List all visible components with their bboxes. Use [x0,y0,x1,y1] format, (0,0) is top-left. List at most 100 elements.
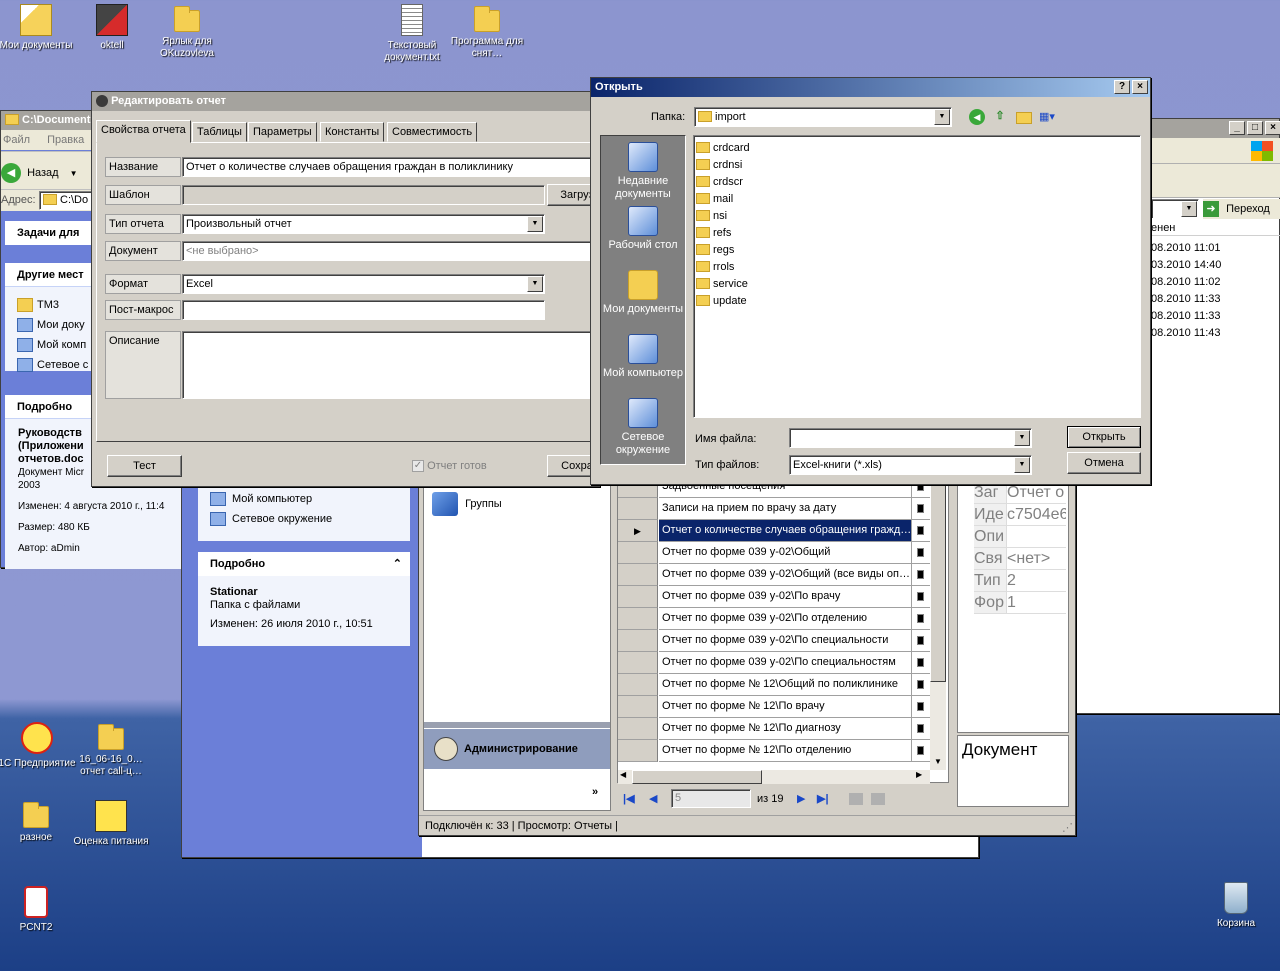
folder-item[interactable]: crdnsi [696,157,1140,174]
tab-compatibility[interactable]: Совместимость [387,122,478,142]
desktop-icon-pcnt2[interactable]: PCNT2 [0,886,76,934]
report-row[interactable]: Отчет по форме 039 у-02\По врачу [618,586,930,608]
menu-edit[interactable]: Правка [47,134,84,146]
report-row[interactable]: Отчет по форме 039 у-02\Общий [618,542,930,564]
desktop-icon-recycle-bin[interactable]: Корзина [1196,882,1276,930]
minimize-button[interactable]: _ [1229,121,1245,135]
scroll-down-icon[interactable]: ▼ [930,754,946,770]
row-checkbox-cell[interactable] [911,542,930,564]
row-checkbox-cell[interactable] [911,696,930,718]
desktop-icon-text-document[interactable]: Текстовый документ.txt [372,4,452,64]
view-menu-icon[interactable]: ▦▾ [1039,109,1063,125]
expand-nav-chevron-icon[interactable]: » [592,786,598,798]
first-page-icon[interactable]: |◀ [623,787,635,811]
format-select[interactable]: Excel ▼ [182,274,545,294]
row-selector[interactable] [618,740,658,762]
row-checkbox-cell[interactable] [911,498,930,520]
desktop-icon-program[interactable]: Программа для снят… [447,4,527,60]
report-row[interactable]: ▶ Отчет о количестве случаев обращения гр… [618,520,930,542]
row-selector[interactable]: ▶ [618,520,658,542]
row-selector[interactable] [618,652,658,674]
property-row[interactable]: Опи [958,526,1066,548]
folder-item[interactable]: nsi [696,208,1140,225]
horizontal-scrollbar[interactable]: ◀ ▶ [618,770,930,784]
row-selector[interactable] [618,674,658,696]
report-row[interactable]: Отчет по форме 039 у-02\Общий (все виды … [618,564,930,586]
folder-item[interactable]: rrols [696,259,1140,276]
report-name-cell[interactable]: Отчет по форме № 12\По отделению [659,740,911,762]
row-selector[interactable] [618,542,658,564]
report-name-cell[interactable]: Отчет по форме № 12\По врачу [659,696,911,718]
desktop-icon-shortcut-okuzovleva[interactable]: Ярлык для OKuzovleva [147,4,227,60]
desktop-icon-my-documents[interactable]: Мои документы [0,4,76,52]
row-selector[interactable] [618,630,658,652]
report-row[interactable]: Отчет по форме № 12\По отделению [618,740,930,762]
delete-record-icon[interactable] [871,793,885,805]
document-field[interactable]: <не выбрано> [182,241,595,261]
folder-item[interactable]: service [696,276,1140,293]
row-selector[interactable] [618,608,658,630]
desktop-icon-1c[interactable]: 1С Предприятие [0,722,77,770]
places-bar-item[interactable]: Мой компьютер [601,334,685,380]
property-row[interactable]: Фор 1 [958,592,1066,614]
row-selector[interactable] [618,718,658,740]
row-selector[interactable] [618,498,658,520]
test-button[interactable]: Тест [107,455,182,477]
details-header[interactable]: Подробно ⌃ [198,552,410,576]
report-row[interactable]: Отчет по форме 039 у-02\По отделению [618,608,930,630]
postmacro-field[interactable] [182,300,545,320]
report-name-cell[interactable]: Отчет по форме 039 у-02\По отделению [659,608,911,630]
next-page-icon[interactable]: ▶ [797,787,805,811]
row-selector[interactable] [618,586,658,608]
report-row[interactable]: Отчет по форме 039 у-02\По специальностя… [618,652,930,674]
collapse-chevron-icon[interactable]: ⌃ [393,552,402,576]
folder-item[interactable]: mail [696,191,1140,208]
address-dropdown[interactable]: ▼ [1151,199,1199,219]
title-bar[interactable]: Редактировать отчет [92,92,599,111]
report-name-cell[interactable]: Отчет по форме № 12\По диагнозу [659,718,911,740]
desktop-icon-raznoe[interactable]: разное [0,800,76,844]
template-field[interactable] [182,185,545,205]
places-bar-item[interactable]: Мои документы [601,270,685,316]
row-selector[interactable] [618,696,658,718]
folder-item[interactable]: regs [696,242,1140,259]
folder-item[interactable]: update [696,293,1140,310]
scroll-right-icon[interactable]: ▶ [916,770,922,779]
report-ready-checkbox[interactable]: ✓ Отчет готов [412,460,487,473]
row-checkbox-cell[interactable] [911,608,930,630]
report-type-select[interactable]: Произвольный отчет ▼ [182,214,545,234]
report-row[interactable]: Отчет по форме 039 у-02\По специальности [618,630,930,652]
row-checkbox-cell[interactable] [911,652,930,674]
filename-input[interactable]: ▼ [789,428,1032,448]
row-checkbox-cell[interactable] [911,520,930,542]
help-button[interactable]: ? [1114,80,1130,94]
resize-grip-icon[interactable]: ⋰ [1062,818,1073,838]
property-row[interactable]: Заг Отчет о [958,482,1066,504]
prev-page-icon[interactable]: ◀ [649,787,657,811]
admin-nav-button[interactable]: Администрирование [424,729,610,769]
tab-constants[interactable]: Константы [320,122,385,142]
property-row[interactable]: Свя <нет> [958,548,1066,570]
place-item[interactable]: Сетевое окружение [210,509,410,529]
back-arrow-icon[interactable]: ◀ [969,109,985,125]
title-bar[interactable]: Открыть [591,78,1150,97]
menu-file[interactable]: Файл [3,134,30,146]
report-name-cell[interactable]: Отчет по форме 039 у-02\Общий [659,542,911,564]
property-row[interactable]: Иде c7504e6 [958,504,1066,526]
up-folder-icon[interactable]: ⇧ [992,109,1008,125]
report-row[interactable]: Отчет по форме № 12\По врачу [618,696,930,718]
property-row[interactable]: Тип 2 [958,570,1066,592]
places-bar-item[interactable]: Сетевое окружение [601,398,685,457]
last-page-icon[interactable]: ▶| [817,787,829,811]
folder-item[interactable]: crdcard [696,140,1140,157]
desktop-icon-folder-callcenter[interactable]: 16_06-16_0… отчет call-ц… [71,722,151,778]
report-name-cell[interactable]: Отчет по форме № 12\Общий по поликлинике [659,674,911,696]
vertical-scrollbar[interactable]: ▼ [930,472,946,770]
row-checkbox-cell[interactable] [911,564,930,586]
open-button[interactable]: Открыть [1067,426,1141,448]
report-name-cell[interactable]: Отчет о количестве случаев обращения гра… [659,520,911,542]
report-name-cell[interactable]: Отчет по форме 039 у-02\По врачу [659,586,911,608]
cancel-button[interactable]: Отмена [1067,452,1141,474]
new-folder-icon[interactable] [1016,112,1032,124]
filetype-select[interactable]: Excel-книги (*.xls) ▼ [789,455,1032,475]
